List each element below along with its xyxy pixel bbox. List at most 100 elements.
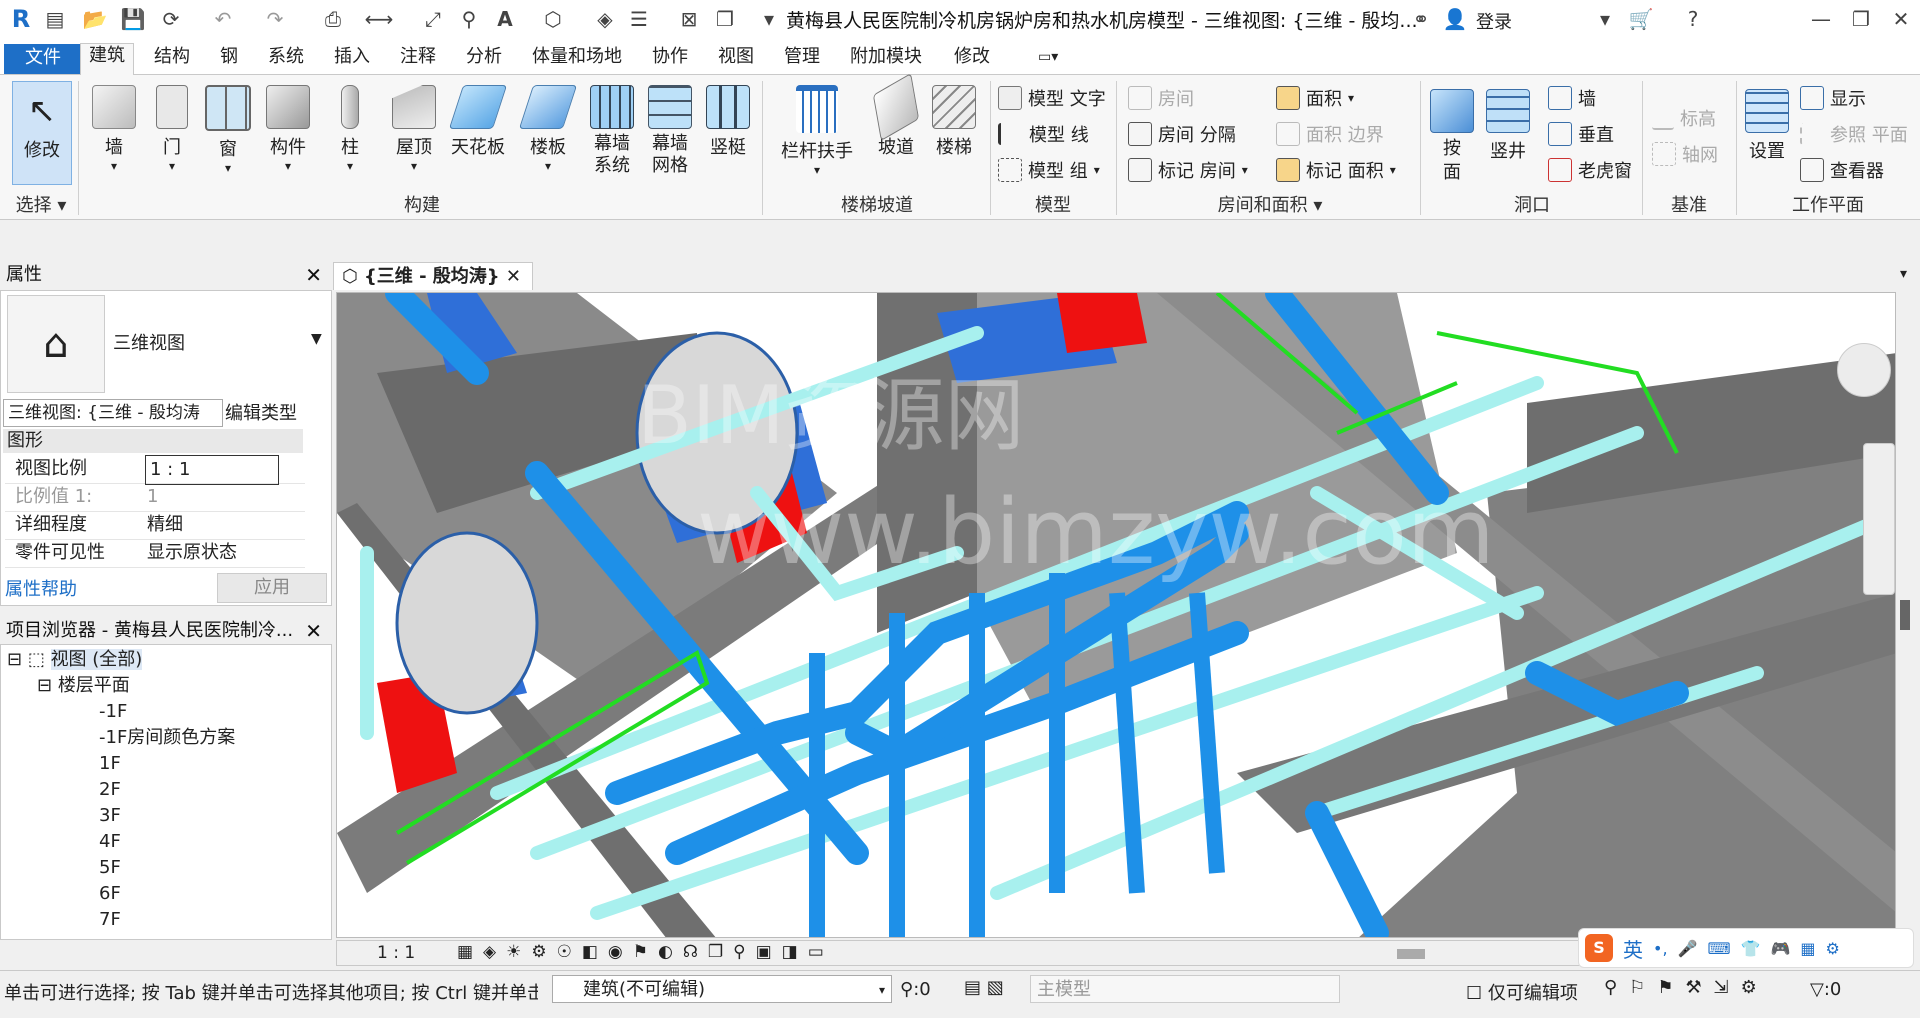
mullion-button[interactable]: 竖梃 [700,85,756,159]
close-icon[interactable]: ✕ [305,262,322,288]
scale-indicator[interactable]: 1 : 1 [377,943,415,963]
punctuation-icon[interactable]: •, [1653,939,1668,958]
undo-icon[interactable]: ↶ [210,6,236,32]
type-dropdown-icon[interactable]: ▼ [311,331,322,347]
wall-opening-button[interactable]: 墙 [1548,85,1596,111]
design-options-select[interactable]: 主模型 [1030,975,1340,1003]
window-button[interactable]: 窗 ▾ [200,85,256,175]
tab-addins[interactable]: 附加模块 [842,45,930,73]
close-tab-icon[interactable]: ✕ [506,266,521,287]
area-boundary-button[interactable]: 面积 边界 [1276,121,1384,147]
settings-icon[interactable]: ⚙ [1826,939,1840,958]
tree-item[interactable]: 7F [99,907,121,933]
tag-room-button[interactable]: 标记 房间 ▾ [1128,157,1248,183]
editable-only-checkbox[interactable]: ☐ 仅可编辑项 [1466,979,1578,1005]
tree-item[interactable]: -1F [99,699,127,725]
edit-type-button[interactable]: 编辑类型 [225,399,297,425]
tab-architecture[interactable]: 建筑 [80,43,134,75]
open-icon[interactable]: 📂 [82,6,108,32]
modify-button[interactable]: ↖ 修改 [12,81,72,185]
model-group-button[interactable]: 模型 组 ▾ [998,157,1100,183]
room-area-panel-title[interactable]: 房间和面积 ▾ [1120,191,1420,217]
tree-floor-plans[interactable]: ⊟ 楼层平面 [37,673,130,699]
close-hidden-icon[interactable]: ⊠ [676,6,702,32]
tabs-menu-icon[interactable]: ▾ [1900,266,1907,282]
switch-windows-icon[interactable]: ❐ [712,6,738,32]
door-button[interactable]: 门 ▾ [144,85,200,173]
ime-toolbar[interactable]: S 英 •, 🎤 ⌨ 👕 🎮 ▦ ⚙ [1578,928,1914,968]
level-button[interactable]: 标高 [1652,105,1716,131]
wall-button[interactable]: 墙 ▾ [86,85,142,173]
tree-item[interactable]: 6F [99,881,121,907]
roof-button[interactable]: 屋顶 ▾ [384,85,444,173]
model-canvas[interactable]: BIM资源网 www.bimzyw.com [337,293,1896,938]
customize-qat-icon[interactable]: ▾ [756,6,782,32]
help-icon[interactable]: ? [1680,6,1706,32]
tree-root[interactable]: ⊟ ⬚ 视图 (全部) [7,647,143,673]
3d-view-icon[interactable]: ⬡ [540,6,566,32]
ribbon-toggle-icon[interactable]: ▭▾ [1030,45,1066,73]
tab-massing[interactable]: 体量和场地 [524,45,630,73]
skin-icon[interactable]: 👕 [1741,939,1761,958]
by-face-button[interactable]: 按 面 [1428,89,1476,185]
model-text-button[interactable]: 模型 文字 [998,85,1106,111]
viewer-button[interactable]: 查看器 [1800,157,1884,183]
minimize-icon[interactable]: — [1808,6,1834,32]
tree-item[interactable]: 1F [99,751,121,777]
scale-input[interactable]: 1 : 1 [145,455,279,485]
revit-logo-icon[interactable]: R [8,5,34,33]
floor-button[interactable]: 楼板 ▾ [518,85,578,173]
horizontal-scrollbar[interactable] [1397,949,1425,959]
tab-analyze[interactable]: 分析 [458,45,510,73]
close-icon[interactable]: ✕ [305,618,322,644]
tree-item[interactable]: 2F [99,777,121,803]
curtain-system-button[interactable]: 幕墙 系统 [584,85,640,177]
tab-file[interactable]: 文件 [4,44,82,74]
prop-row-detail-level[interactable]: 详细程度 精细 [5,511,305,540]
tab-steel[interactable]: 钢 [212,45,246,73]
room-button[interactable]: 房间 [1128,85,1194,111]
set-workplane-button[interactable]: 设置 [1742,89,1792,163]
save-icon[interactable]: 💾 [120,6,146,32]
apps-icon[interactable]: ▦ [1800,939,1815,958]
tree-item[interactable]: 5F [99,855,121,881]
cart-icon[interactable]: 🛒 [1628,6,1654,32]
viewport-scrollbar[interactable] [1900,600,1910,630]
sync-icon[interactable]: ⟳ [158,6,184,32]
user-icon[interactable]: 👤 [1442,6,1468,32]
properties-help-link[interactable]: 属性帮助 [5,575,77,601]
login-dropdown-icon[interactable]: ▾ [1592,6,1618,32]
stair-button[interactable]: 楼梯 [926,85,982,159]
design-option-icon[interactable]: ▤ ▧ [964,977,1004,998]
mic-icon[interactable]: 🎤 [1678,939,1698,958]
component-button[interactable]: 构件 ▾ [258,85,318,173]
tag-icon[interactable]: ⚲ [456,6,482,32]
view-selector[interactable]: 三维视图: {三维 - 殷均涛 [3,399,223,427]
workset-select[interactable]: 建筑(不可编辑) ▾ [552,975,892,1003]
tab-modify[interactable]: 修改 [946,45,998,73]
railing-button[interactable]: 栏杆扶手 ▾ [772,85,862,177]
ref-plane-button[interactable]: 参照 平面 [1800,121,1908,147]
ramp-button[interactable]: 坡道 [868,72,924,159]
thin-lines-icon[interactable]: ☰ [626,6,652,32]
prop-row-parts-visibility[interactable]: 零件可见性 显示原状态 [5,539,305,568]
viewcube[interactable] [1837,343,1891,397]
tree-item[interactable]: 3F [99,803,121,829]
navigation-bar[interactable] [1863,443,1895,595]
keyboard-icon[interactable]: ⌨ [1707,939,1730,958]
text-icon[interactable]: A [492,6,518,32]
apply-button[interactable]: 应用 [217,573,327,603]
tab-annotate[interactable]: 注释 [392,45,444,73]
selection-toggle-icons[interactable]: ⚲⚐⚑⚒⇲⚙ [1604,977,1769,998]
binoculars-icon[interactable]: ⚭ [1408,6,1434,32]
view-tab[interactable]: ⬡ {三维 - 殷均涛} ✕ [333,262,533,290]
tree-item[interactable]: 4F [99,829,121,855]
sogou-icon[interactable]: S [1585,934,1613,962]
graphics-group[interactable]: 图形 [3,429,303,453]
home-icon[interactable]: ▤ [42,6,68,32]
tab-structure[interactable]: 结构 [146,45,198,73]
tab-collaborate[interactable]: 协作 [644,45,696,73]
filter-count[interactable]: ▽:0 [1810,979,1841,1000]
tag-area-button[interactable]: 标记 面积 ▾ [1276,157,1396,183]
vertical-opening-button[interactable]: 垂直 [1548,121,1614,147]
